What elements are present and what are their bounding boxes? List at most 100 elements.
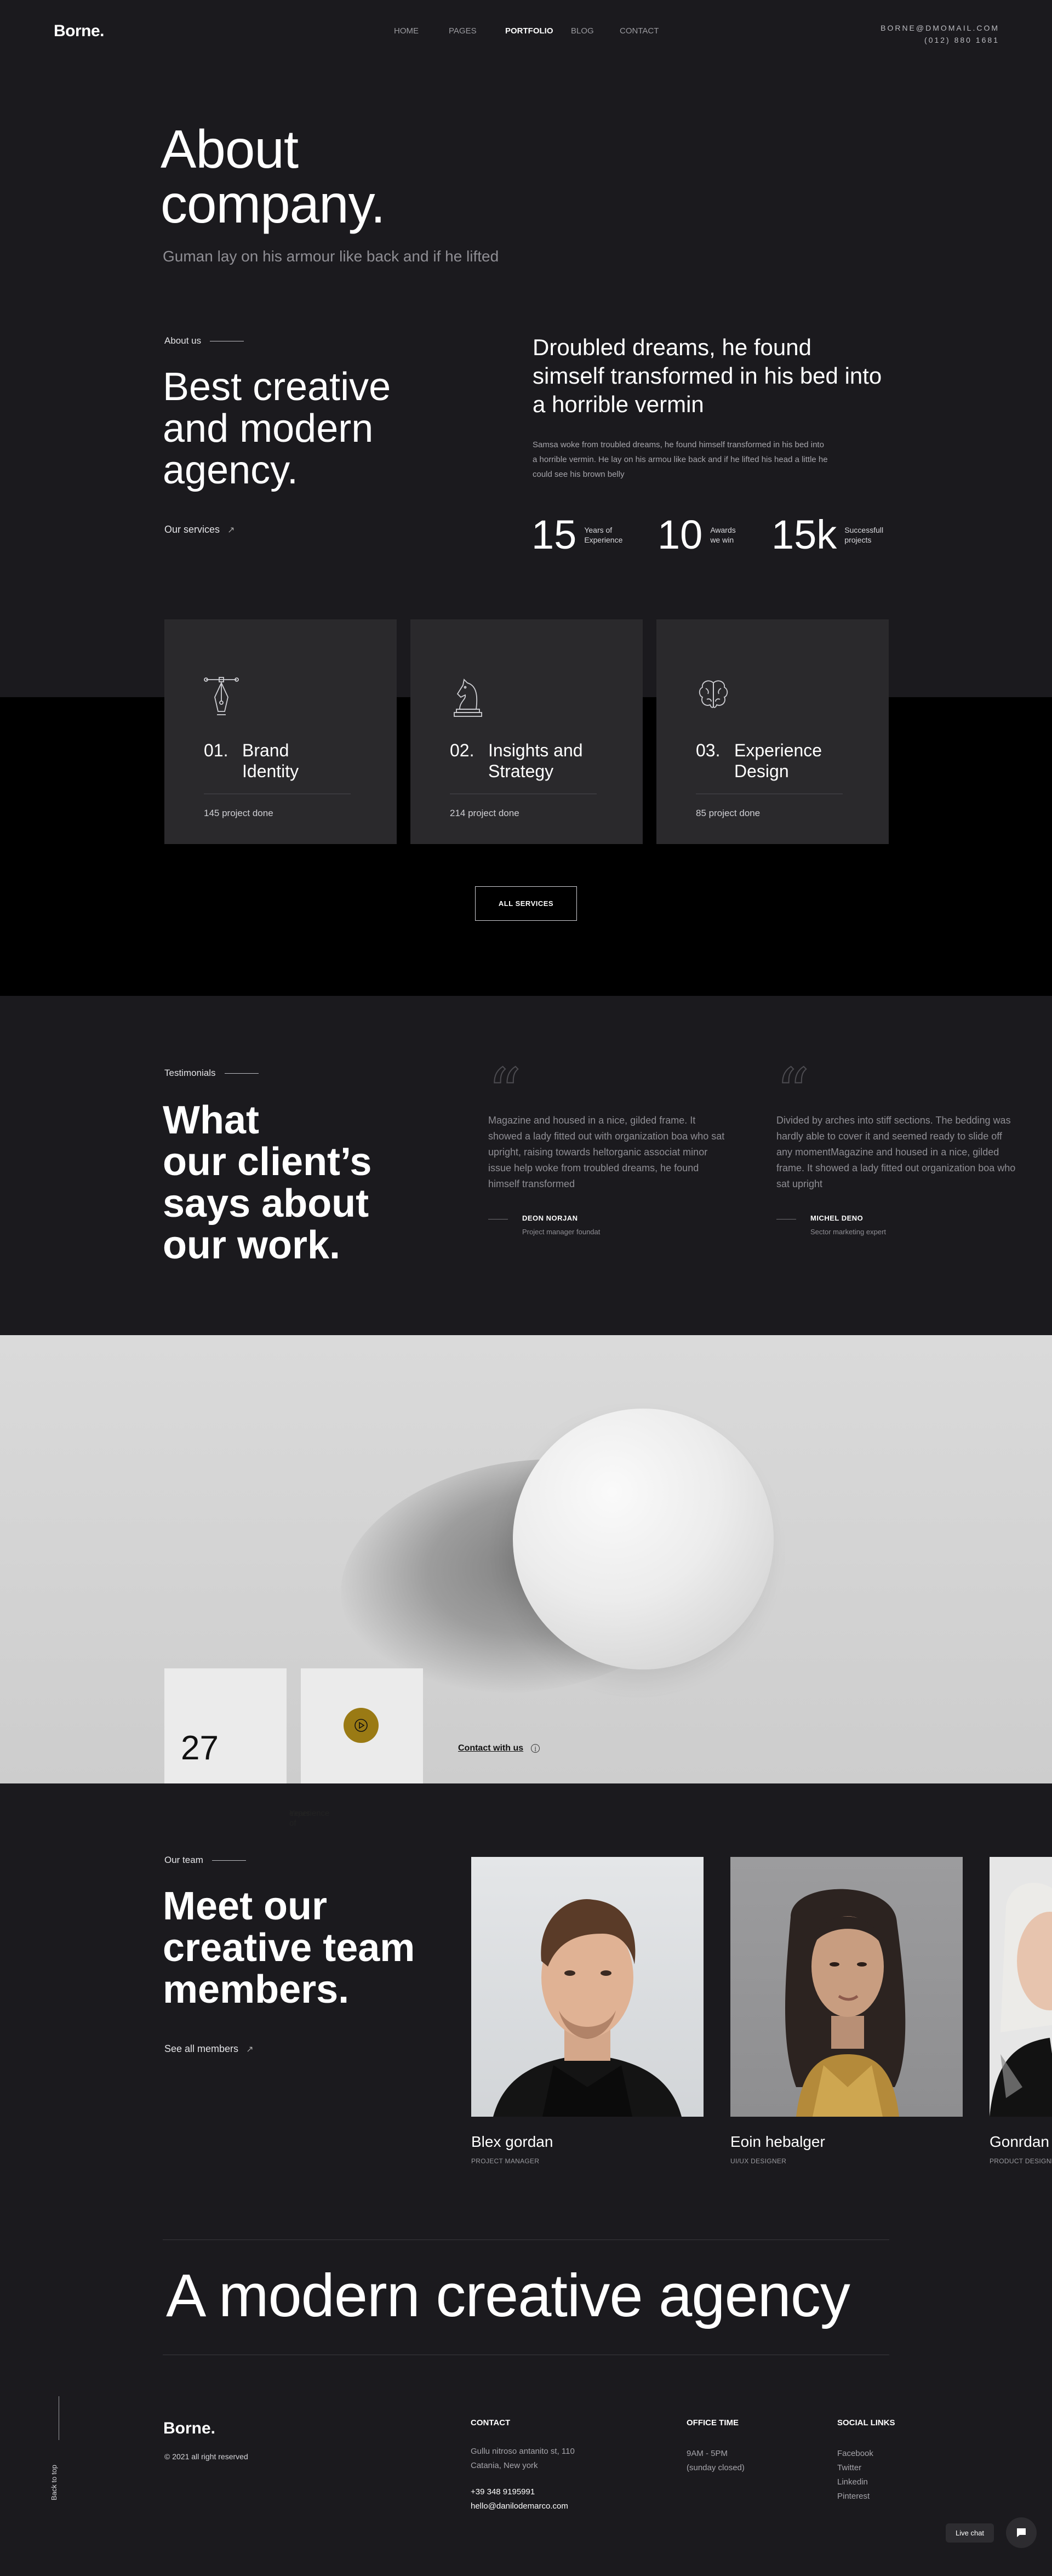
footer-logo[interactable]: Borne.	[163, 2419, 215, 2438]
social-link-linkedin[interactable]: Linkedin	[837, 2475, 873, 2489]
footer-office-note: (sunday closed)	[687, 2463, 745, 2472]
stat-label: Awards we win	[710, 526, 736, 544]
service-number: 01.	[204, 740, 228, 760]
about-eyebrow-label: About us	[164, 335, 202, 346]
info-icon: i	[531, 1744, 540, 1753]
testimonial-text: Divided by arches into stiff sections. T…	[776, 1115, 1016, 1189]
team-member-card[interactable]: Blex gordan PROJECT MANAGER	[471, 1857, 704, 2165]
eyebrow-line	[224, 1073, 259, 1074]
page-title-line: About	[161, 119, 299, 179]
footer-email[interactable]: hello@danilodemarco.com	[471, 2499, 575, 2514]
member-portrait	[785, 1889, 906, 2117]
service-project-count: 214 project done	[450, 808, 519, 818]
see-all-members-label: See all members	[164, 2043, 239, 2054]
member-name: Gonrdan	[990, 2133, 1049, 2150]
footer-city: Catania, New york	[471, 2461, 538, 2470]
footer-address: Gullu nitroso antanito st, 110	[471, 2447, 575, 2456]
arrow-up-right-icon: ↗	[227, 526, 235, 535]
see-all-members-link[interactable]: See all members ↗	[164, 2043, 253, 2055]
stat-awards: 10 Awards we win	[658, 513, 736, 557]
team-member-card[interactable]: Gonrdan PRODUCT DESIGNER	[990, 1857, 1052, 2165]
brain-icon	[699, 680, 728, 708]
about-title-line: Best creative	[163, 365, 391, 409]
author-info: DEON NORJAN Project manager foundat	[522, 1214, 600, 1236]
stat-value: 15	[531, 512, 577, 557]
arrow-up-right-icon: ↗	[246, 2045, 254, 2054]
footer-office-hours: 9AM - 5PM	[687, 2449, 728, 2458]
team-title-line: members.	[163, 1968, 350, 2011]
header-phone[interactable]: (012) 880 1681	[881, 34, 999, 46]
contact-with-us-link[interactable]: Contact with us i	[458, 1743, 540, 1753]
header-email[interactable]: BORNE@DMOMAIL.COM	[881, 22, 999, 34]
page-subtitle: Guman lay on his armour like back and if…	[163, 248, 499, 265]
about-paragraph: Samsa woke from troubled dreams, he foun…	[533, 440, 828, 479]
nav-item-contact[interactable]: CONTACT	[620, 26, 659, 36]
service-number: 02.	[450, 740, 474, 760]
service-number: 03.	[696, 740, 721, 760]
sphere	[513, 1409, 774, 1669]
eyebrow-line	[211, 1860, 246, 1861]
play-button[interactable]	[344, 1708, 379, 1743]
about-title-line: agency.	[163, 448, 298, 492]
member-photo	[730, 1857, 963, 2117]
nav-item-home[interactable]: HOME	[394, 26, 419, 36]
site-logo[interactable]: Borne.	[54, 22, 105, 41]
testimonials-eyebrow: Testimonials	[164, 1068, 259, 1079]
social-link-pinterest[interactable]: Pinterest	[837, 2489, 873, 2504]
service-card-experience-design[interactable]: 03. Experience Design 85 project done	[656, 619, 889, 844]
agency-tagline: A modern creative agency	[166, 2262, 850, 2329]
all-services-button[interactable]: ALL SERVICES	[475, 886, 577, 921]
about-headline: Droubled dreams, he found simself transf…	[533, 334, 882, 417]
testimonials-title-line: says about	[163, 1182, 369, 1226]
stat-value: 10	[658, 512, 703, 557]
header-contact: BORNE@DMOMAIL.COM (012) 880 1681	[881, 22, 999, 46]
stat-projects: 15k Successfull projects	[771, 513, 883, 557]
member-role: PROJECT MANAGER	[471, 2157, 540, 2165]
service-name: Insights and Strategy	[488, 740, 583, 781]
member-portrait	[990, 1883, 1052, 2117]
nav-item-pages[interactable]: PAGES	[449, 26, 477, 36]
service-title: 02. Insights and Strategy	[450, 740, 583, 782]
chat-bubble-icon	[1017, 2528, 1026, 2537]
service-card-brand-identity[interactable]: 01. Brand Identity 145 project done	[164, 619, 397, 844]
live-chat-button[interactable]	[1006, 2517, 1037, 2548]
testimonials-title-line: our work.	[163, 1223, 341, 1267]
author-name: MICHEL DENO	[810, 1214, 864, 1222]
testimonial-author: DEON NORJAN Project manager foundat	[488, 1214, 600, 1236]
team-member-card[interactable]: Eoin hebalger UI/UX DESIGNER	[730, 1857, 963, 2165]
footer-phone[interactable]: +39 348 9195991	[471, 2485, 575, 2499]
testimonial-text: Magazine and housed in a nice, gilded fr…	[488, 1115, 725, 1189]
social-link-facebook[interactable]: Facebook	[837, 2447, 873, 2461]
author-info: MICHEL DENO Sector marketing expert	[810, 1214, 886, 1236]
footer-contact: Gullu nitroso antanito st, 110 Catania, …	[471, 2444, 575, 2514]
page-title: About company.	[161, 119, 386, 231]
author-role: Sector marketing expert	[810, 1228, 887, 1236]
nav-item-portfolio[interactable]: PORTFOLIO	[505, 26, 553, 36]
about-eyebrow: About us	[164, 335, 244, 346]
service-name: Experience Design	[734, 740, 822, 781]
team-title-line: Meet our	[163, 1884, 328, 1928]
member-photo	[990, 1857, 1052, 2117]
service-project-count: 145 project done	[204, 808, 273, 818]
our-services-link[interactable]: Our services ↗	[164, 524, 235, 535]
social-link-twitter[interactable]: Twitter	[837, 2461, 873, 2475]
live-chat-widget: Live chat	[946, 2517, 1037, 2548]
member-photo	[471, 1857, 704, 2117]
footer-social-links: Facebook Twitter Linkedin Pinterest	[837, 2447, 873, 2504]
team-title-line: creative team	[163, 1926, 415, 1970]
back-to-top[interactable]: Back to top	[50, 2396, 66, 2517]
back-to-top-label[interactable]: Back to top	[50, 2465, 58, 2500]
pen-nib-icon	[204, 677, 239, 715]
stat-label: Years of Experience	[584, 526, 623, 544]
divider	[163, 2239, 889, 2240]
nav-item-blog[interactable]: BLOG	[571, 26, 594, 36]
footer-contact-heading: CONTACT	[471, 2418, 511, 2427]
member-role: PRODUCT DESIGNER	[990, 2157, 1052, 2165]
service-card-insights-strategy[interactable]: 02. Insights and Strategy 214 project don…	[410, 619, 643, 844]
stat-label: Successfull projects	[844, 526, 884, 544]
footer-social-heading: SOCIAL LINKS	[837, 2418, 895, 2427]
experience-box: 27 Years of experience	[164, 1668, 329, 1828]
chess-knight-icon	[454, 679, 482, 717]
about-title-line: and modern	[163, 407, 374, 451]
live-chat-label[interactable]: Live chat	[946, 2523, 994, 2543]
